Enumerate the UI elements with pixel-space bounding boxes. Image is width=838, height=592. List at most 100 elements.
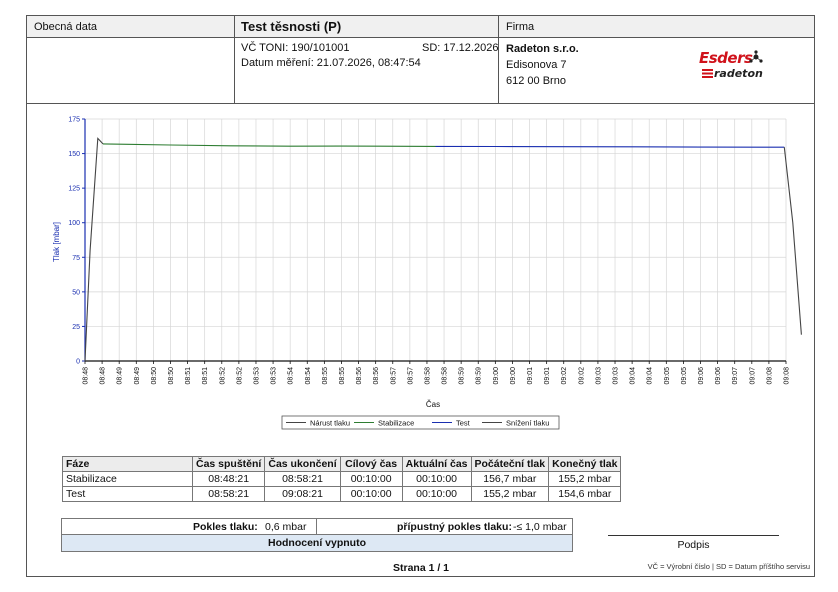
- x-tick-label: 09:08: [784, 367, 791, 385]
- x-tick-label: 09:07: [749, 367, 756, 385]
- x-tick-label: 08:52: [219, 367, 226, 385]
- x-tick-label: 08:58: [442, 367, 449, 385]
- x-tick-label: 08:55: [339, 367, 346, 385]
- table-cell: 155,2 mbar: [470, 486, 550, 502]
- column-header: Čas spuštění: [191, 456, 266, 472]
- x-tick-label: 08:53: [271, 367, 278, 385]
- legend-entry: Nárust tlaku: [310, 419, 350, 428]
- table-cell: 08:58:21: [191, 486, 266, 502]
- x-tick-label: 09:04: [647, 367, 654, 385]
- x-tick-label: 08:57: [407, 367, 414, 385]
- page-number: Strana 1 / 1: [392, 562, 450, 574]
- summary-row: Pokles tlaku: 0,6 mbar přípustný pokles …: [62, 519, 572, 535]
- pressure-drop-label: Pokles tlaku:: [193, 521, 258, 533]
- table-row: Test 08:58:21 09:08:21 00:10:00 00:10:00…: [62, 486, 622, 502]
- x-tick-label: 09:05: [664, 367, 671, 385]
- column-header: Počáteční tlak: [470, 456, 550, 472]
- pressure-drop-value: 0,6 mbar: [265, 521, 307, 533]
- y-tick-labels: 0 25 50 75 100 125 150 175: [68, 117, 80, 366]
- x-tick-label: 08:51: [185, 367, 192, 385]
- table-cell: Test: [62, 486, 193, 502]
- x-tick-label: 08:50: [168, 367, 175, 385]
- allowed-drop-value: -≤ 1,0 mbar: [513, 521, 567, 533]
- x-tick-label: 08:56: [373, 367, 380, 385]
- x-tick-label: 08:57: [390, 367, 397, 385]
- y-tick-label: 125: [68, 186, 80, 193]
- x-tick-label: 08:51: [202, 367, 209, 385]
- signature-label: Podpis: [677, 539, 710, 551]
- table-row: Stabilizace 08:48:21 08:58:21 00:10:00 0…: [62, 471, 622, 487]
- summary-box: Pokles tlaku: 0,6 mbar přípustný pokles …: [61, 518, 573, 552]
- x-tick-label: 08:48: [83, 367, 90, 385]
- x-tick-label: 09:00: [510, 367, 517, 385]
- y-tick-label: 75: [72, 255, 80, 262]
- x-tick-label: 09:02: [578, 367, 585, 385]
- table-cell: 155,2 mbar: [548, 471, 622, 487]
- x-tick-label: 08:50: [151, 367, 158, 385]
- x-tick-label: 09:03: [595, 367, 602, 385]
- table-header-row: Fáze Čas spuštění Čas ukončení Cílový ča…: [62, 456, 622, 472]
- series-line: [435, 145, 785, 148]
- table-cell: 08:58:21: [264, 471, 341, 487]
- x-tick-label: 08:48: [100, 367, 107, 385]
- x-tick-label: 09:00: [493, 367, 500, 385]
- x-tick-label: 08:54: [288, 367, 295, 385]
- x-tick-label: 09:06: [698, 367, 705, 385]
- allowed-drop-label: přípustný pokles tlaku:: [397, 521, 512, 533]
- x-tick-label: 09:04: [630, 367, 637, 385]
- table-cell: 00:10:00: [339, 486, 403, 502]
- table-cell: 156,7 mbar: [470, 471, 550, 487]
- x-tick-label: 08:59: [459, 367, 466, 385]
- footer-legend-note: VČ = Výrobní číslo | SD = Datum příštího…: [647, 562, 810, 571]
- chart-legend: Nárust tlaku Stabilizace Test Snížení tlaku: [281, 415, 560, 430]
- x-tick-label: 08:56: [356, 367, 363, 385]
- table-cell: 00:10:00: [339, 471, 403, 487]
- y-axis-label: Tlak [mbar]: [52, 222, 61, 262]
- series-line: [102, 143, 436, 147]
- table-cell: 154,6 mbar: [548, 486, 622, 502]
- legend-entry: Stabilizace: [378, 419, 414, 428]
- x-tick-label: 08:58: [424, 367, 431, 385]
- x-tick-label: 08:49: [117, 367, 124, 385]
- pressure-chart: 0 25 50 75 100 125 150 175 08:48 08:48 08:49 08:49…: [52, 117, 802, 430]
- x-tick-label: 08:55: [322, 367, 329, 385]
- x-axis-label: Čas: [426, 400, 440, 409]
- column-header: Konečný tlak: [548, 456, 622, 472]
- table-cell: 00:10:00: [401, 471, 472, 487]
- y-tick-label: 25: [72, 324, 80, 331]
- y-tick-label: 0: [76, 359, 80, 366]
- chart-grid: [84, 118, 787, 362]
- x-tick-label: 08:53: [253, 367, 260, 385]
- column-header: Fáze: [62, 456, 193, 472]
- chart-series: [84, 137, 802, 362]
- y-tick-label: 100: [68, 220, 80, 227]
- legend-entry: Snížení tlaku: [506, 419, 549, 428]
- table-cell: Stabilizace: [62, 471, 193, 487]
- x-tick-label: 08:52: [236, 367, 243, 385]
- legend-entry: Test: [456, 419, 471, 428]
- y-tick-label: 50: [72, 289, 80, 296]
- x-tick-label: 08:49: [134, 367, 141, 385]
- x-tick-label: 08:59: [476, 367, 483, 385]
- column-header: Čas ukončení: [264, 456, 341, 472]
- x-tick-label: 09:05: [681, 367, 688, 385]
- x-tick-label: 09:06: [715, 367, 722, 385]
- x-tick-label: 09:01: [527, 367, 534, 385]
- x-tick-label: 09:08: [766, 367, 773, 385]
- table-cell: 00:10:00: [401, 486, 472, 502]
- phase-table: Fáze Čas spuštění Čas ukončení Cílový ča…: [62, 456, 622, 502]
- x-tick-labels: 08:48 08:48 08:49 08:49 08:50 08:50 08:51 08:51…: [83, 367, 791, 385]
- x-tick-label: 09:01: [544, 367, 551, 385]
- evaluation-status: Hodnocení vypnuto: [62, 535, 572, 551]
- signature-line: [608, 535, 779, 536]
- table-cell: 09:08:21: [264, 486, 341, 502]
- series-line: [783, 147, 802, 335]
- y-tick-label: 175: [68, 117, 80, 124]
- y-tick-label: 150: [68, 151, 80, 158]
- x-tick-label: 09:07: [732, 367, 739, 385]
- x-tick-label: 09:03: [613, 367, 620, 385]
- x-tick-label: 09:02: [561, 367, 568, 385]
- x-tick-label: 08:54: [305, 367, 312, 385]
- table-cell: 08:48:21: [191, 471, 266, 487]
- column-header: Cílový čas: [339, 456, 403, 472]
